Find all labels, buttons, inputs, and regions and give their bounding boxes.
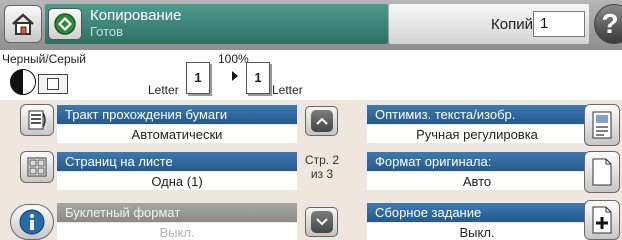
original-size-label[interactable]: Формат оригинала: xyxy=(367,152,587,171)
copies-label: Копий: xyxy=(491,16,538,33)
optimize-icon xyxy=(592,111,612,139)
header-bar: Копирование Готов Копий: 1 ? xyxy=(0,0,622,50)
source-paper-label: Letter xyxy=(148,83,179,97)
home-button[interactable] xyxy=(4,5,42,43)
source-page-count: 1 xyxy=(194,70,202,85)
booklet-format-label: Буклетный формат xyxy=(57,203,297,222)
chevron-up-icon xyxy=(310,110,333,132)
job-build-value[interactable]: Выкл. xyxy=(367,223,587,240)
paper-path-button[interactable] xyxy=(20,104,54,136)
scroll-up-button[interactable] xyxy=(305,106,338,136)
document-icon xyxy=(38,74,68,94)
home-icon xyxy=(12,13,34,35)
page-indicator-current: Стр. 2 xyxy=(304,153,340,167)
help-button[interactable]: ? xyxy=(594,4,622,44)
original-size-button[interactable] xyxy=(584,151,620,193)
dest-page-icon: 1 xyxy=(246,62,270,94)
copy-preview: Черный/Серый 100% Letter 1 1 Letter xyxy=(0,50,622,100)
job-build-button[interactable] xyxy=(584,200,620,240)
app-status: Готов xyxy=(90,24,124,39)
black-white-icon xyxy=(10,69,36,95)
job-build-icon xyxy=(592,206,612,234)
color-mode-label: Черный/Серый xyxy=(2,52,86,66)
zoom-label: 100% xyxy=(218,52,249,66)
help-icon: ? xyxy=(601,8,619,39)
pages-per-sheet-icon xyxy=(27,157,47,177)
info-button[interactable] xyxy=(10,204,54,240)
copy-app-button[interactable] xyxy=(48,8,82,40)
optimize-button[interactable] xyxy=(584,104,620,146)
optimize-label[interactable]: Оптимиз. текста/изобр. xyxy=(367,105,587,124)
copies-input[interactable]: 1 xyxy=(533,11,585,37)
dest-paper-label: Letter xyxy=(272,83,303,97)
pages-per-sheet-button[interactable] xyxy=(20,151,54,183)
original-size-value[interactable]: Авто xyxy=(367,172,587,190)
copies-panel: Копий: 1 xyxy=(389,4,589,44)
paper-path-label[interactable]: Тракт прохождения бумаги xyxy=(57,105,297,124)
app-title: Копирование xyxy=(90,7,182,24)
job-build-label[interactable]: Сборное задание xyxy=(367,203,587,222)
page-indicator: Стр. 2 из 3 xyxy=(302,153,342,181)
page-indicator-total: из 3 xyxy=(310,167,334,181)
dest-page-count: 1 xyxy=(254,70,262,85)
scroll-down-button[interactable] xyxy=(305,207,338,237)
original-size-icon xyxy=(592,158,612,186)
paper-path-value[interactable]: Автоматически xyxy=(57,125,297,143)
booklet-format-value: Выкл. xyxy=(57,223,297,240)
source-page-icon: 1 xyxy=(186,62,210,94)
pages-per-sheet-label[interactable]: Страниц на листе xyxy=(57,152,297,171)
chevron-down-icon xyxy=(310,211,333,233)
optimize-value[interactable]: Ручная регулировка xyxy=(367,125,587,143)
copy-icon xyxy=(54,13,76,35)
paper-path-icon xyxy=(28,110,46,130)
pages-per-sheet-value[interactable]: Одна (1) xyxy=(57,172,297,190)
arrow-right-icon xyxy=(232,71,238,81)
copy-app-panel: Копирование Готов xyxy=(45,4,388,44)
info-icon xyxy=(19,209,45,235)
settings-panel: Тракт прохождения бумаги Автоматически С… xyxy=(0,100,622,240)
